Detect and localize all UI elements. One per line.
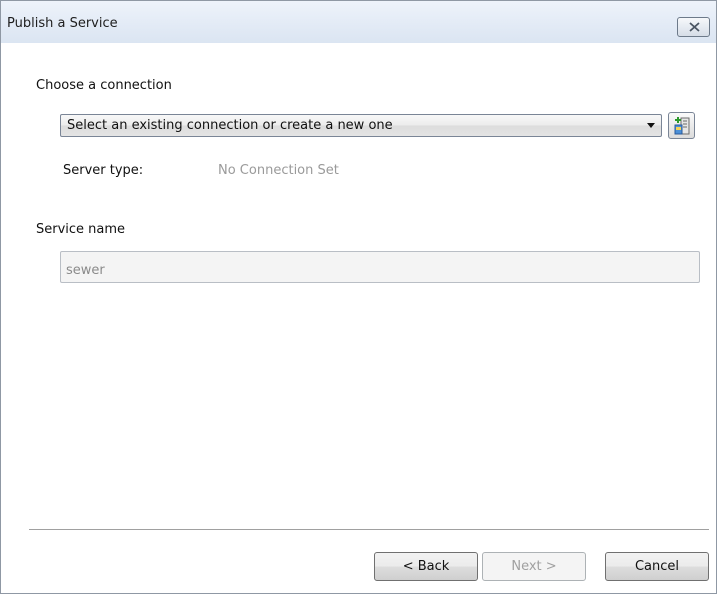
connection-dropdown-value: Select an existing connection or create …: [67, 118, 393, 133]
close-icon: [689, 22, 700, 32]
service-name-label: Service name: [36, 222, 126, 237]
chevron-down-icon: [647, 123, 655, 128]
service-name-input[interactable]: [60, 251, 700, 283]
title-bar: Publish a Service: [1, 1, 716, 43]
window-title: Publish a Service: [7, 16, 118, 31]
publish-service-dialog: Publish a Service Choose a connection Se…: [0, 0, 717, 594]
add-server-connection-icon: [674, 117, 690, 135]
add-connection-button[interactable]: [668, 112, 695, 139]
back-button[interactable]: < Back: [374, 552, 478, 581]
next-button[interactable]: Next >: [482, 552, 586, 581]
choose-connection-label: Choose a connection: [36, 78, 172, 93]
cancel-button[interactable]: Cancel: [605, 552, 709, 581]
footer-divider: [29, 529, 709, 531]
connection-dropdown[interactable]: Select an existing connection or create …: [60, 114, 662, 137]
close-button[interactable]: [677, 17, 710, 37]
server-type-value: No Connection Set: [218, 163, 339, 178]
server-type-label: Server type:: [63, 163, 144, 178]
